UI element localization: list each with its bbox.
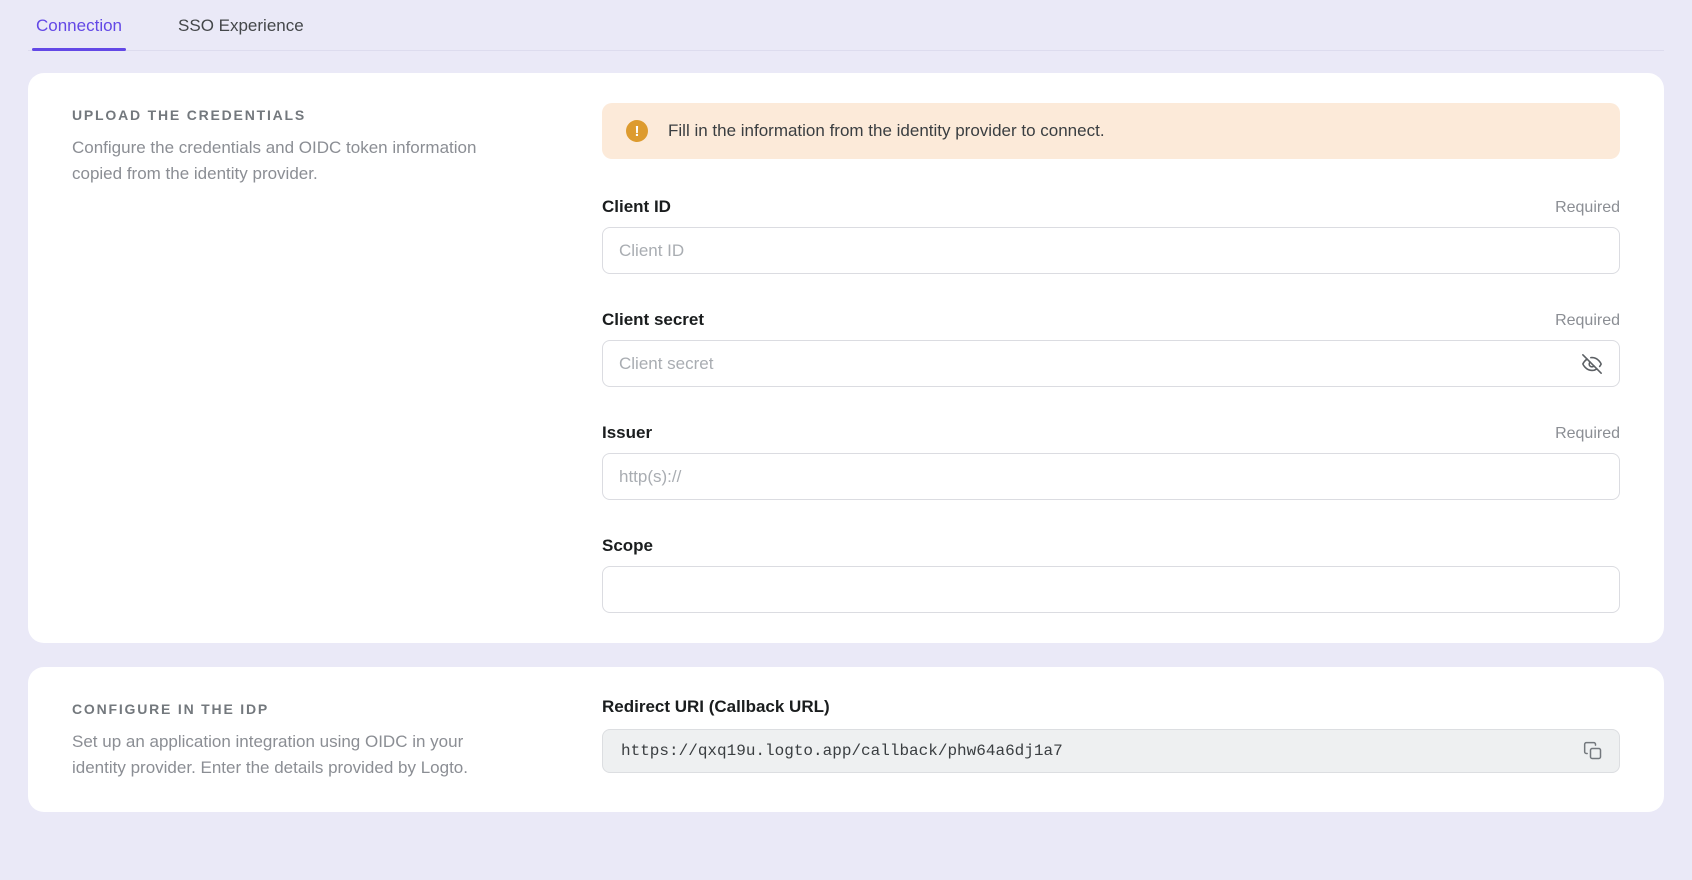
client-secret-field-group: Client secret Required xyxy=(602,310,1620,387)
scope-field-group: Scope xyxy=(602,536,1620,613)
tab-sso-experience[interactable]: SSO Experience xyxy=(178,16,304,50)
client-id-input[interactable] xyxy=(602,227,1620,274)
copy-button[interactable] xyxy=(1577,735,1609,767)
eye-off-icon xyxy=(1581,353,1603,375)
idp-card-description-column: CONFIGURE IN THE IDP Set up an applicati… xyxy=(72,697,487,782)
issuer-required-tag: Required xyxy=(1555,425,1620,443)
issuer-label-row: Issuer Required xyxy=(602,423,1620,443)
credentials-form-column: ! Fill in the information from the ident… xyxy=(602,103,1620,613)
client-secret-label-row: Client secret Required xyxy=(602,310,1620,330)
client-id-input-wrap xyxy=(602,227,1620,274)
client-id-label-row: Client ID Required xyxy=(602,197,1620,217)
scope-input-wrap xyxy=(602,566,1620,613)
client-secret-required-tag: Required xyxy=(1555,312,1620,330)
idp-section-description: Set up an application integration using … xyxy=(72,729,487,782)
redirect-uri-label: Redirect URI (Callback URL) xyxy=(602,697,830,717)
issuer-field-group: Issuer Required xyxy=(602,423,1620,500)
credentials-section-description: Configure the credentials and OIDC token… xyxy=(72,135,487,188)
scope-label: Scope xyxy=(602,536,653,556)
tab-connection-label: Connection xyxy=(36,16,122,35)
issuer-input-wrap xyxy=(602,453,1620,500)
alert-banner: ! Fill in the information from the ident… xyxy=(602,103,1620,159)
tab-bar: Connection SSO Experience xyxy=(28,0,1664,51)
client-id-field-group: Client ID Required xyxy=(602,197,1620,274)
issuer-label: Issuer xyxy=(602,423,652,443)
sso-connector-page: Connection SSO Experience UPLOAD THE CRE… xyxy=(0,0,1692,812)
idp-form-column: Redirect URI (Callback URL) https://qxq1… xyxy=(602,697,1620,773)
redirect-uri-label-row: Redirect URI (Callback URL) xyxy=(602,697,1620,717)
tab-connection[interactable]: Connection xyxy=(36,16,122,50)
redirect-uri-field-group: Redirect URI (Callback URL) https://qxq1… xyxy=(602,697,1620,773)
scope-label-row: Scope xyxy=(602,536,1620,556)
idp-section-heading: CONFIGURE IN THE IDP xyxy=(72,701,487,717)
warning-icon: ! xyxy=(626,120,648,142)
tab-sso-experience-label: SSO Experience xyxy=(178,16,304,35)
scope-input[interactable] xyxy=(602,566,1620,613)
client-secret-label: Client secret xyxy=(602,310,704,330)
client-secret-input-wrap xyxy=(602,340,1620,387)
redirect-uri-field[interactable]: https://qxq19u.logto.app/callback/phw64a… xyxy=(602,729,1620,773)
alert-text: Fill in the information from the identit… xyxy=(668,121,1105,141)
issuer-input[interactable] xyxy=(602,453,1620,500)
credentials-section-heading: UPLOAD THE CREDENTIALS xyxy=(72,107,487,123)
idp-card: CONFIGURE IN THE IDP Set up an applicati… xyxy=(28,667,1664,812)
credentials-card: UPLOAD THE CREDENTIALS Configure the cre… xyxy=(28,73,1664,643)
client-secret-input[interactable] xyxy=(602,340,1620,387)
copy-icon xyxy=(1583,741,1603,761)
redirect-uri-value: https://qxq19u.logto.app/callback/phw64a… xyxy=(621,742,1063,760)
credentials-card-description-column: UPLOAD THE CREDENTIALS Configure the cre… xyxy=(72,103,487,188)
toggle-secret-visibility-button[interactable] xyxy=(1577,349,1607,379)
client-id-required-tag: Required xyxy=(1555,199,1620,217)
client-id-label: Client ID xyxy=(602,197,671,217)
